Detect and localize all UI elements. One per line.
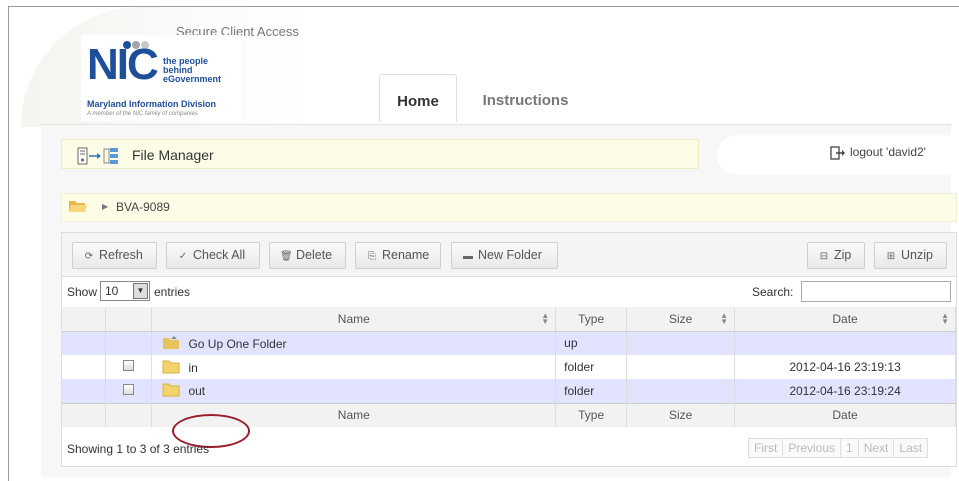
zip-icon: ⊟ — [819, 251, 829, 262]
delete-button[interactable]: 🗑 Delete — [269, 242, 346, 269]
breadcrumb-item[interactable]: BVA-9089 — [116, 200, 170, 214]
column-footer-size: Size — [626, 402, 736, 427]
entries-label: entries — [154, 285, 191, 299]
breadcrumb-arrow-icon: ▶ — [102, 202, 109, 211]
column-header-name[interactable]: Name ▲ ▼ — [151, 307, 557, 332]
column-footer-type: Type — [555, 402, 628, 427]
row-checkbox[interactable] — [123, 360, 135, 371]
refresh-button[interactable]: ⟳ Refresh — [72, 242, 157, 269]
tab-home[interactable]: Home — [379, 74, 457, 122]
page: Secure Client Access NIC the people behi… — [21, 7, 957, 477]
file-name[interactable]: out — [188, 384, 205, 398]
browser-frame: Secure Client Access NIC the people behi… — [8, 6, 959, 481]
column-footer-date: Date — [734, 402, 956, 427]
show-label: Show — [67, 285, 98, 299]
search-input[interactable] — [801, 281, 951, 302]
main-content: File Manager logout 'david2' ▶ BVA-9089 … — [41, 124, 957, 477]
chevron-down-icon[interactable]: ▼ — [133, 283, 148, 299]
table-row[interactable]: out folder 2012-04-16 23:19:24 — [62, 379, 956, 403]
header-checkbox — [105, 307, 153, 332]
sort-icon: ▲ ▼ — [941, 311, 949, 326]
file-type: folder — [555, 379, 628, 403]
file-manager-bar: File Manager — [61, 139, 699, 169]
table-row[interactable]: in folder 2012-04-16 23:19:13 — [62, 355, 956, 379]
check-icon: ✓ — [178, 251, 188, 262]
table-row[interactable]: Go Up One Folder up — [62, 331, 956, 355]
new-folder-button[interactable]: ▬ New Folder — [451, 242, 558, 269]
pager-page[interactable]: 1 — [841, 439, 859, 457]
rename-icon: ⎘ — [368, 251, 376, 262]
file-date: 2012-04-16 23:19:24 — [734, 379, 956, 403]
pager-previous[interactable]: Previous — [783, 439, 842, 457]
file-tree-icon — [77, 147, 118, 165]
nic-logo: NIC the people behind eGovernment Maryla… — [81, 35, 241, 121]
pagination: First Previous 1 Next Last — [748, 438, 929, 458]
unzip-icon: ⊞ — [886, 251, 896, 262]
folder-icon — [162, 383, 180, 397]
trash-icon: 🗑 — [280, 251, 293, 262]
file-type: up — [555, 331, 628, 355]
column-header-date[interactable]: Date ▲ ▼ — [734, 307, 956, 332]
rename-button[interactable]: ⎘ Rename — [355, 242, 441, 269]
row-checkbox[interactable] — [123, 383, 135, 395]
folder-up-icon — [163, 335, 180, 349]
column-header-size[interactable]: Size ▲ ▼ — [626, 307, 736, 332]
sort-icon: ▲ ▼ — [720, 311, 729, 326]
file-name[interactable]: Go Up One Folder — [188, 337, 286, 351]
folder-icon — [162, 360, 180, 373]
header-blank — [62, 307, 107, 332]
toolbar: ⟳ Refresh ✓ Check All 🗑 Delete ⎘ Rename ▬ New… — [62, 233, 956, 277]
file-table: Name ▲ ▼ Type Size ▲ ▼ Date ▲ ▼ Go Up One Fold… — [62, 307, 956, 427]
refresh-icon: ⟳ — [84, 251, 94, 262]
zip-button[interactable]: ⊟ Zip — [807, 242, 865, 269]
breadcrumb: ▶ BVA-9089 — [61, 193, 957, 222]
logo-division: Maryland Information Division — [87, 99, 217, 109]
pager-next[interactable]: Next — [859, 439, 895, 457]
logout-link[interactable]: logout 'david2' — [850, 145, 926, 159]
file-type: folder — [555, 355, 628, 379]
tab-instructions[interactable]: Instructions — [473, 74, 578, 122]
entries-select[interactable]: 10 ▼ — [100, 281, 150, 301]
search-label: Search: — [752, 285, 794, 299]
logo-tagline: the people behind eGovernment — [163, 56, 222, 84]
logo-wordmark: NIC — [87, 40, 159, 89]
logo-subline: A member of the NIC family of companies — [87, 111, 198, 117]
pager-first[interactable]: First — [749, 439, 784, 457]
sort-icon: ▲ ▼ — [541, 311, 550, 326]
table-info: Showing 1 to 3 of 3 entries — [67, 442, 210, 456]
open-folder-icon — [69, 201, 87, 212]
file-name[interactable]: in — [188, 361, 197, 375]
logout-icon[interactable] — [830, 146, 846, 160]
table-controls: Show 10 ▼ entries Search: — [62, 277, 956, 307]
logout-area: logout 'david2' — [717, 135, 951, 175]
file-date: 2012-04-16 23:19:13 — [734, 355, 956, 379]
folder-icon: ▬ — [463, 251, 473, 262]
check-all-button[interactable]: ✓ Check All — [166, 242, 260, 269]
file-manager-title: File Manager — [132, 147, 214, 163]
column-header-type[interactable]: Type — [555, 307, 628, 332]
file-panel: ⟳ Refresh ✓ Check All 🗑 Delete ⎘ Rename ▬ New… — [61, 232, 957, 467]
pager-last[interactable]: Last — [894, 439, 927, 457]
unzip-button[interactable]: ⊞ Unzip — [874, 242, 947, 269]
